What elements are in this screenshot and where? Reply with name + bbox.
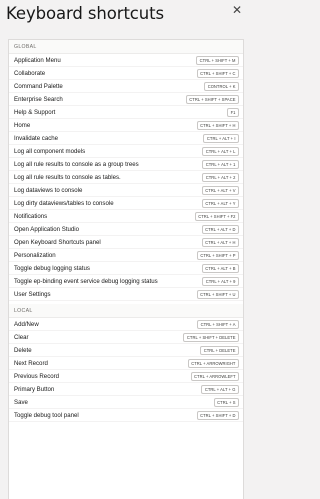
shortcut-label: Add/New — [14, 320, 39, 328]
shortcut-label: Save — [14, 398, 28, 406]
shortcut-row: Primary Button CTRL + ALT + G — [9, 383, 243, 397]
section-label-global: GLOBAL — [9, 40, 243, 54]
shortcut-label: Notifications — [14, 212, 48, 220]
shortcut-keys: CTRL + SHIFT + SPACE — [185, 94, 239, 104]
shortcut-keys: CONTROL + K — [204, 81, 239, 91]
shortcut-label: Log dataviews to console — [14, 186, 83, 194]
shortcut-keys: CTRL + ALT + G — [201, 384, 239, 394]
shortcut-label: Clear — [14, 333, 29, 341]
shortcut-row: Open Application Studio CTRL + ALT + D — [9, 223, 243, 237]
shortcut-row: Open Keyboard Shortcuts panel CTRL + ALT … — [9, 236, 243, 250]
shortcut-label: Home — [14, 121, 31, 129]
page-title: Keyboard shortcuts — [6, 4, 165, 23]
shortcut-row: Toggle debug tool panel CTRL + SHIFT + D — [9, 409, 243, 423]
shortcut-label: Command Palette — [14, 82, 63, 90]
shortcut-keys: CTRL + ALT + V — [201, 185, 239, 195]
shortcut-keys: CTRL + ALT + L — [202, 146, 239, 156]
shortcut-row: Toggle ep-binding event service debug lo… — [9, 275, 243, 289]
shortcut-row: Log all rule results to console as table… — [9, 171, 243, 185]
shortcut-keys: CTRL + ALT + Y — [201, 198, 239, 208]
shortcut-keys: CTRL + DELETE — [200, 345, 239, 355]
shortcut-row: Save CTRL + S — [9, 396, 243, 410]
shortcut-row: Previous Record CTRL + ARROWLEFT — [9, 370, 243, 384]
shortcut-label: Log all component models — [14, 147, 86, 155]
shortcut-keys: CTRL + SHIFT + A — [197, 319, 239, 329]
shortcut-row: Invalidate cache CTRL + ALT + I — [9, 132, 243, 146]
shortcut-label: Primary Button — [14, 385, 55, 393]
shortcut-row: Notifications CTRL + SHIFT + F2 — [9, 210, 243, 224]
shortcut-keys: CTRL + ALT + D — [201, 224, 239, 234]
shortcut-keys: CTRL + ALT + B — [201, 263, 239, 273]
panel-header: Keyboard shortcuts ✕ — [0, 0, 248, 38]
shortcut-label: Previous Record — [14, 372, 60, 380]
shortcut-label: Enterprise Search — [14, 95, 63, 103]
shortcut-keys: CTRL + ALT + I — [203, 133, 239, 143]
shortcut-keys: CTRL + SHIFT + H — [196, 120, 239, 130]
shortcut-label: Toggle debug tool panel — [14, 411, 79, 419]
section-label-local: LOCAL — [9, 304, 243, 319]
shortcut-row: Add/New CTRL + SHIFT + A — [9, 318, 243, 332]
shortcut-label: Log all rule results to console as table… — [14, 173, 121, 181]
shortcut-keys: CTRL + SHIFT + D — [196, 410, 239, 420]
shortcut-label: Log dirty dataviews/tables to console — [14, 199, 114, 207]
shortcut-label: Toggle debug logging status — [14, 264, 90, 272]
shortcut-label: Application Menu — [14, 56, 61, 64]
shortcut-label: Personalization — [14, 251, 56, 259]
shortcut-keys: CTRL + SHIFT + U — [196, 289, 239, 299]
shortcut-keys: CTRL + SHIFT + F2 — [194, 211, 239, 221]
shortcut-keys: CTRL + S — [213, 397, 239, 407]
shortcut-label: Invalidate cache — [14, 134, 59, 142]
shortcut-keys: CTRL + SHIFT + M — [196, 55, 239, 65]
shortcut-keys: CTRL + SHIFT + P — [196, 250, 239, 260]
shortcut-row: Application Menu CTRL + SHIFT + M — [9, 54, 243, 68]
shortcut-label: Next Record — [14, 359, 48, 367]
shortcut-keys: CTRL + ALT + 2 — [202, 172, 239, 182]
shortcut-row: Help & Support F1 — [9, 106, 243, 120]
shortcut-label: Toggle ep-binding event service debug lo… — [14, 277, 158, 285]
shortcut-keys: CTRL + ALT + 1 — [202, 159, 239, 169]
shortcut-row: Home CTRL + SHIFT + H — [9, 119, 243, 133]
shortcut-row: Clear CTRL + SHIFT + DELETE — [9, 331, 243, 345]
shortcut-label: Help & Support — [14, 108, 56, 116]
shortcut-row: Toggle debug logging status CTRL + ALT + … — [9, 262, 243, 276]
shortcuts-panel[interactable]: GLOBAL Application Menu CTRL + SHIFT + M C… — [8, 39, 244, 499]
shortcut-row: Next Record CTRL + ARROWRIGHT — [9, 357, 243, 371]
shortcut-row: Delete CTRL + DELETE — [9, 344, 243, 358]
shortcut-row: Log all component models CTRL + ALT + L — [9, 145, 243, 159]
shortcut-row: Collaborate CTRL + SHIFT + C — [9, 67, 243, 81]
shortcut-row: User Settings CTRL + SHIFT + U — [9, 288, 243, 302]
shortcut-label: Collaborate — [14, 69, 46, 77]
shortcut-label: Open Keyboard Shortcuts panel — [14, 238, 101, 246]
shortcut-row: Log dataviews to console CTRL + ALT + V — [9, 184, 243, 198]
shortcut-row: Log all rule results to console as a gro… — [9, 158, 243, 172]
shortcut-label: Open Application Studio — [14, 225, 80, 233]
shortcut-list-global: Application Menu CTRL + SHIFT + M Collabor… — [9, 54, 243, 302]
shortcut-keys: CTRL + ALT + 9 — [202, 276, 239, 286]
shortcut-keys: CTRL + SHIFT + DELETE — [183, 332, 239, 342]
shortcut-row: Log dirty dataviews/tables to console CTR… — [9, 197, 243, 211]
shortcut-row: Enterprise Search CTRL + SHIFT + SPACE — [9, 93, 243, 107]
shortcut-list-local: Add/New CTRL + SHIFT + A Clear CTRL + SHIFT… — [9, 318, 243, 423]
shortcut-label: Log all rule results to console as a gro… — [14, 160, 139, 168]
shortcut-row: Personalization CTRL + SHIFT + P — [9, 249, 243, 263]
shortcut-row: Command Palette CONTROL + K — [9, 80, 243, 94]
shortcut-keys: F1 — [227, 107, 239, 117]
shortcut-keys: CTRL + ARROWRIGHT — [187, 358, 239, 368]
shortcut-keys: CTRL + ALT + H — [201, 237, 239, 247]
shortcut-keys: CTRL + ARROWLEFT — [190, 371, 239, 381]
shortcut-label: Delete — [14, 346, 32, 354]
close-icon[interactable]: ✕ — [230, 3, 244, 17]
shortcut-keys: CTRL + SHIFT + C — [196, 68, 239, 78]
shortcut-label: User Settings — [14, 290, 51, 298]
